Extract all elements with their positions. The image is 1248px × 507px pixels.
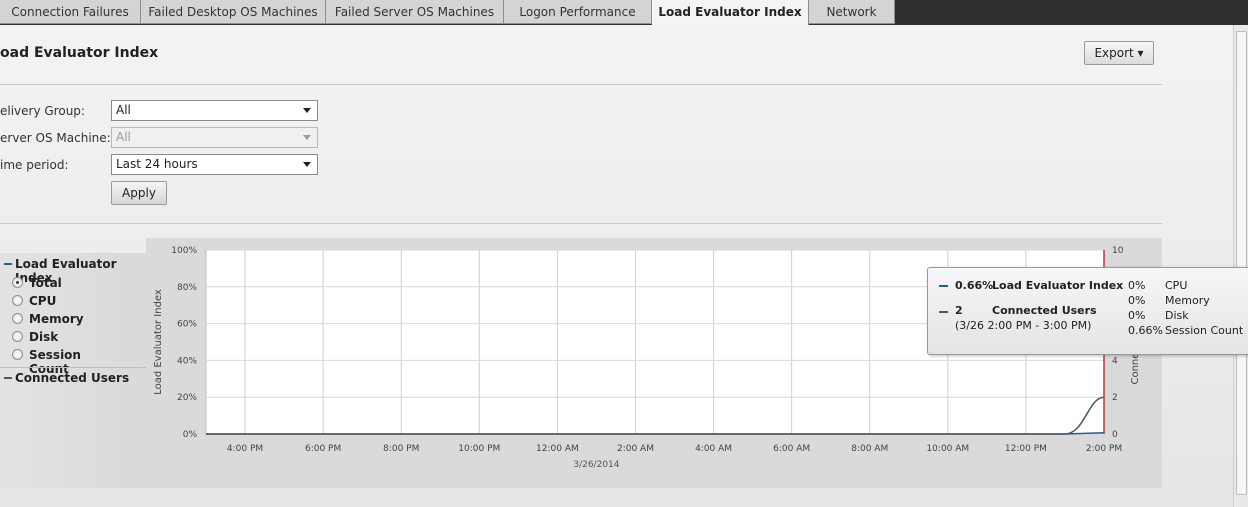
time-period-value: Last 24 hours (116, 157, 198, 171)
tooltip-users-value: 2 (955, 304, 963, 317)
x-tick-label: 10:00 PM (458, 444, 500, 454)
y-tick-label: 0% (183, 430, 198, 440)
tab-failed-server-os-machines[interactable]: Failed Server OS Machines (326, 0, 504, 24)
delivery-group-value: All (116, 103, 131, 117)
chevron-down-icon (303, 135, 311, 140)
tab-load-evaluator-index[interactable]: Load Evaluator Index (652, 0, 809, 25)
tooltip-metric-label: Session Count (1165, 324, 1244, 337)
users-series-swatch (939, 311, 948, 313)
x-tick-label: 12:00 AM (536, 444, 579, 454)
lei-series-swatch (4, 263, 12, 265)
legend-divider (0, 367, 146, 368)
tooltip-metric-label: Disk (1165, 309, 1189, 322)
x-tick-label: 6:00 PM (305, 444, 341, 454)
y-tick-label: 80% (177, 283, 197, 293)
divider (0, 84, 1162, 85)
chevron-down-icon (303, 108, 311, 113)
users-series-swatch (4, 377, 12, 379)
radio-label: Memory (29, 312, 84, 326)
radio-label: Total (29, 276, 62, 290)
y-tick-label: 40% (177, 356, 197, 366)
tooltip-metric-label: Memory (1165, 294, 1210, 307)
chart-tooltip: 0.66% Load Evaluator Index 2 Connected U… (927, 267, 1248, 355)
radio-label: Disk (29, 330, 59, 344)
x-axis-date-label: 3/26/2014 (573, 460, 619, 470)
y-tick-label: 100% (171, 246, 197, 256)
delivery-group-select[interactable]: All (111, 100, 318, 121)
lei-series-swatch (939, 285, 948, 287)
tooltip-lei-label: Load Evaluator Index (992, 279, 1124, 292)
delivery-group-label: elivery Group: (0, 104, 85, 118)
radio-button-icon[interactable] (12, 295, 23, 306)
y2-tick-label: 2 (1112, 393, 1118, 403)
tab-logon-performance[interactable]: Logon Performance (504, 0, 652, 24)
chevron-down-icon (303, 162, 311, 167)
x-tick-label: 12:00 PM (1005, 444, 1047, 454)
y-tick-label: 60% (177, 320, 197, 330)
tooltip-metric-value: 0% (1128, 294, 1146, 307)
radio-button-icon[interactable] (12, 331, 23, 342)
x-tick-label: 8:00 AM (851, 444, 888, 454)
radio-button-icon[interactable] (12, 313, 23, 324)
server-os-machine-label: erver OS Machine: (0, 131, 111, 145)
divider (0, 223, 1162, 224)
apply-button[interactable]: Apply (111, 181, 167, 205)
server-os-machine-select[interactable]: All (111, 127, 318, 148)
tab-bar: Connection Failures Failed Desktop OS Ma… (0, 0, 1248, 25)
vertical-scrollbar[interactable] (1233, 25, 1248, 507)
scrollbar-thumb[interactable] (1236, 31, 1247, 495)
export-button[interactable]: Export ▾ (1084, 41, 1154, 65)
time-period-label: ime period: (0, 158, 69, 172)
radio-button-icon[interactable] (12, 277, 23, 288)
y-axis-title: Load Evaluator Index (153, 289, 164, 395)
tooltip-lei-value: 0.66% (955, 279, 994, 292)
x-tick-label: 2:00 AM (617, 444, 654, 454)
x-tick-label: 2:00 PM (1086, 444, 1122, 454)
tooltip-users-label: Connected Users (992, 304, 1097, 317)
tab-connection-failures[interactable]: Connection Failures (0, 0, 141, 24)
tooltip-time-range: (3/26 2:00 PM - 3:00 PM) (955, 319, 1092, 332)
tooltip-metric-value: 0% (1128, 279, 1146, 292)
chart-legend-panel: Load Evaluator Index Total CPU Memory Di… (0, 253, 146, 488)
y-tick-label: 20% (177, 393, 197, 403)
page-title: oad Evaluator Index (0, 45, 159, 61)
y2-tick-label: 4 (1112, 356, 1118, 366)
legend-connected-users-label: Connected Users (15, 371, 130, 385)
tooltip-metric-label: CPU (1165, 279, 1188, 292)
time-period-select[interactable]: Last 24 hours (111, 154, 318, 175)
x-tick-label: 10:00 AM (926, 444, 969, 454)
tab-network[interactable]: Network (809, 0, 895, 24)
x-tick-label: 4:00 AM (695, 444, 732, 454)
y2-tick-label: 0 (1112, 430, 1118, 440)
x-tick-label: 8:00 PM (383, 444, 419, 454)
radio-label: CPU (29, 294, 57, 308)
server-os-machine-value: All (116, 130, 131, 144)
x-tick-label: 4:00 PM (227, 444, 263, 454)
tab-failed-desktop-os-machines[interactable]: Failed Desktop OS Machines (141, 0, 326, 24)
tooltip-metric-value: 0.66% (1128, 324, 1163, 337)
radio-button-icon[interactable] (12, 349, 23, 360)
x-tick-label: 6:00 AM (773, 444, 810, 454)
tooltip-metric-value: 0% (1128, 309, 1146, 322)
y2-tick-label: 10 (1112, 246, 1124, 256)
